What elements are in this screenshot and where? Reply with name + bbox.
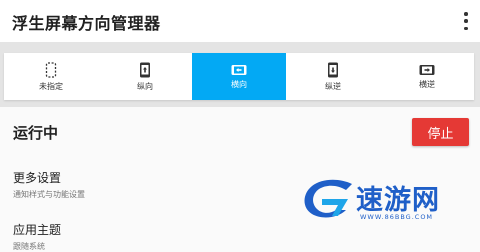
settings-item-title: 更多设置 — [13, 171, 62, 185]
orientation-panel: 未指定 纵向 横向 纵逆 横逆 — [0, 42, 480, 107]
landscape-phone-icon — [231, 64, 247, 75]
watermark-logo-icon — [304, 179, 352, 218]
stop-button[interactable]: 停止 — [412, 118, 469, 146]
orientation-option-landscape[interactable]: 横向 — [192, 53, 286, 100]
orientation-label: 纵逆 — [325, 81, 341, 91]
settings-item-more[interactable]: 更多设置 通知样式与功能设置 — [13, 169, 85, 200]
orientation-label: 未指定 — [39, 81, 63, 91]
orientation-option-portrait[interactable]: 纵向 — [98, 53, 192, 100]
service-status-label: 运行中 — [13, 124, 59, 142]
orientation-selector: 未指定 纵向 横向 纵逆 横逆 — [4, 53, 474, 100]
settings-item-subtitle: 跟随系统 — [13, 242, 45, 251]
reverse-landscape-phone-icon — [419, 64, 435, 75]
orientation-option-reverse-portrait[interactable]: 纵逆 — [286, 53, 380, 100]
watermark-text: 速游网 — [356, 185, 440, 216]
app-bar: 浮生屏幕方向管理器 — [0, 0, 480, 42]
unspecified-phone-icon — [45, 61, 57, 78]
more-options-icon[interactable] — [462, 12, 470, 30]
portrait-phone-icon — [140, 62, 150, 77]
watermark-url: WWW.86BBG.COM — [360, 213, 434, 221]
orientation-label: 纵向 — [137, 81, 153, 91]
orientation-label: 横向 — [231, 79, 247, 89]
site-watermark: 速游网 WWW.86BBG.COM — [300, 176, 470, 226]
reverse-portrait-phone-icon — [328, 62, 338, 77]
orientation-option-unspecified[interactable]: 未指定 — [4, 53, 98, 100]
settings-item-subtitle: 通知样式与功能设置 — [13, 190, 85, 199]
app-title: 浮生屏幕方向管理器 — [12, 14, 161, 33]
orientation-option-reverse-landscape[interactable]: 横逆 — [380, 53, 474, 100]
orientation-label: 横逆 — [419, 79, 435, 89]
settings-item-theme[interactable]: 应用主题 跟随系统 — [13, 221, 61, 252]
settings-item-title: 应用主题 — [13, 223, 62, 237]
